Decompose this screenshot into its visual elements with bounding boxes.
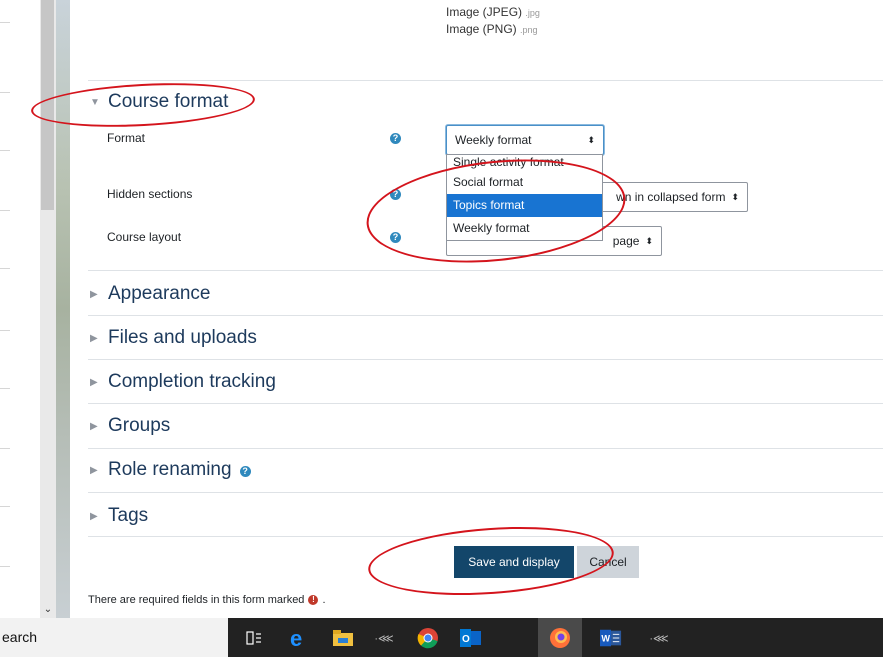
margin-tick (0, 92, 10, 93)
dropdown-option[interactable]: Weekly format (447, 217, 602, 240)
section-appearance[interactable]: ▶ Appearance (90, 283, 210, 305)
svg-text:W: W (601, 634, 610, 644)
section-title: Course format (108, 91, 229, 112)
caret-right-icon: ▶ (90, 510, 98, 522)
background-image-strip (56, 0, 70, 618)
divider (88, 492, 883, 493)
section-tags[interactable]: ▶ Tags (90, 505, 148, 527)
help-icon[interactable]: ? (390, 133, 401, 144)
divider (88, 270, 883, 271)
section-groups[interactable]: ▶ Groups (90, 415, 170, 437)
caret-right-icon: ▶ (90, 420, 98, 432)
divider (88, 315, 883, 316)
app-icon[interactable]: ·⋘ (373, 627, 395, 649)
task-view-icon[interactable] (243, 627, 265, 649)
margin-tick (0, 506, 10, 507)
dropdown-option[interactable]: Social format (447, 171, 602, 194)
divider (88, 536, 883, 537)
caret-right-icon: ▶ (90, 464, 98, 476)
required-note-text: There are required fields in this form m… (88, 594, 305, 606)
app-icon[interactable]: ·⋘ (648, 627, 670, 649)
course-layout-value: page (612, 234, 640, 248)
file-type-item: Image (PNG) .png (446, 22, 538, 36)
margin-tick (0, 268, 10, 269)
required-fields-note: There are required fields in this form m… (88, 594, 326, 606)
format-select-value: Weekly format (455, 133, 532, 147)
required-icon: ! (308, 595, 319, 605)
file-type-item: Image (JPEG) .jpg (446, 5, 540, 19)
left-margin (0, 0, 40, 618)
margin-tick (0, 388, 10, 389)
margin-tick (0, 566, 10, 567)
svg-text:e: e (290, 627, 302, 649)
section-course-format[interactable]: ▼ Course format (90, 91, 228, 113)
section-title: Appearance (108, 283, 211, 304)
scroll-down-icon[interactable]: ⌄ (40, 602, 56, 618)
select-arrows-icon: ⬍ (731, 191, 739, 202)
format-dropdown-list[interactable]: Single activity format Social format Top… (446, 154, 603, 241)
margin-tick (0, 330, 10, 331)
hidden-sections-value: wn in collapsed form (616, 190, 726, 204)
divider (88, 359, 883, 360)
help-icon[interactable]: ? (239, 465, 251, 477)
margin-tick (0, 210, 10, 211)
divider (88, 403, 883, 404)
file-types-list: Image (JPEG) .jpg Image (PNG) .png (446, 4, 540, 38)
chrome-icon[interactable] (417, 627, 439, 649)
section-files-and-uploads[interactable]: ▶ Files and uploads (90, 327, 257, 349)
select-arrows-icon: ⬍ (645, 235, 653, 246)
caret-right-icon: ▶ (90, 376, 98, 388)
caret-right-icon: ▶ (90, 288, 98, 300)
taskbar-search[interactable]: earch (0, 618, 228, 657)
section-role-renaming[interactable]: ▶ Role renaming ? (90, 459, 251, 481)
help-icon[interactable]: ? (390, 189, 401, 200)
cancel-button[interactable]: Cancel (577, 546, 639, 578)
dropdown-option[interactable]: Single activity format (447, 155, 602, 171)
format-select[interactable]: Weekly format ⬍ (446, 125, 604, 155)
section-title: Tags (108, 505, 149, 526)
help-icon[interactable]: ? (390, 232, 401, 243)
outlook-icon[interactable]: O (460, 627, 482, 649)
taskbar: earch e ·⋘ O W ·⋘ (0, 618, 883, 657)
save-and-display-button[interactable]: Save and display (454, 546, 574, 578)
section-title: Completion tracking (108, 371, 276, 392)
format-label: Format (107, 131, 146, 145)
divider (88, 448, 883, 449)
course-layout-label: Course layout (107, 230, 182, 244)
section-title: Files and uploads (108, 327, 257, 348)
file-explorer-icon[interactable] (332, 627, 354, 649)
margin-tick (0, 22, 10, 23)
edge-icon[interactable]: e (288, 627, 310, 649)
caret-down-icon: ▼ (90, 96, 100, 108)
divider (88, 80, 883, 81)
word-icon[interactable]: W (600, 627, 622, 649)
caret-right-icon: ▶ (90, 332, 98, 344)
firefox-icon[interactable] (549, 627, 571, 649)
svg-text:O: O (462, 634, 470, 645)
select-arrows-icon: ⬍ (587, 134, 595, 145)
margin-tick (0, 448, 10, 449)
dropdown-option-selected[interactable]: Topics format (447, 194, 602, 217)
hidden-sections-label: Hidden sections (107, 187, 193, 201)
section-completion-tracking[interactable]: ▶ Completion tracking (90, 371, 276, 393)
margin-tick (0, 150, 10, 151)
scrollbar-thumb[interactable] (41, 0, 54, 210)
section-title: Role renaming (108, 459, 232, 480)
section-title: Groups (108, 415, 171, 436)
required-note-period: . (322, 594, 326, 606)
